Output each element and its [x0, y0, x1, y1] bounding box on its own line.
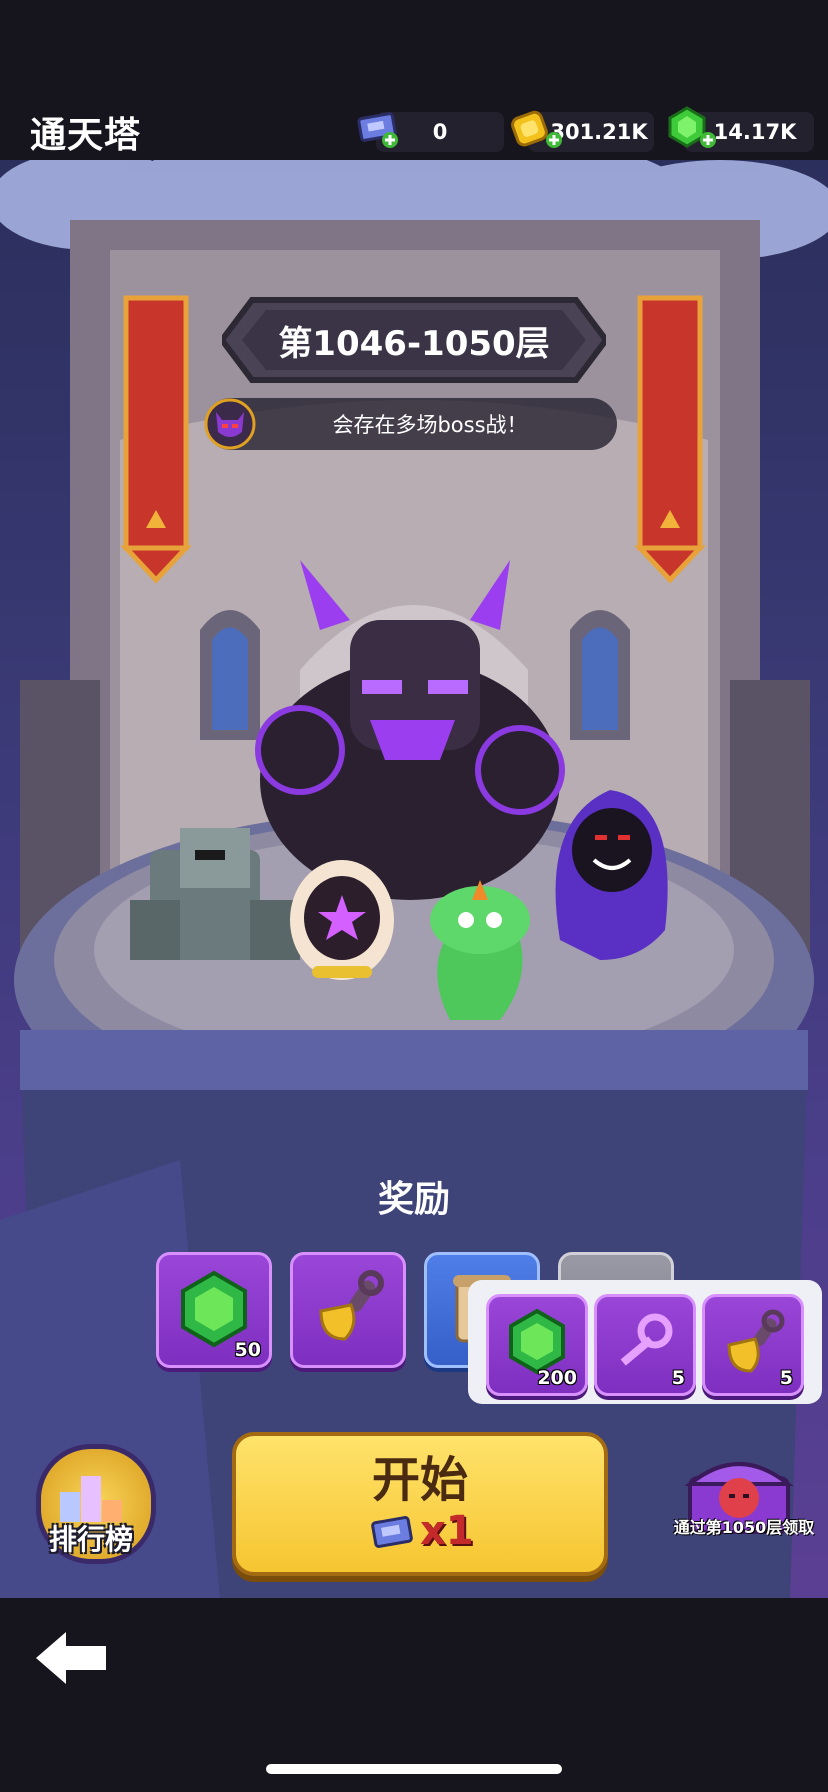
popup-item-shovel[interactable]: 5 [702, 1294, 804, 1396]
popup-count: 5 [779, 1367, 793, 1389]
ticket-count: 0 [432, 120, 448, 144]
reward-item-shovel[interactable] [290, 1252, 406, 1368]
chest-claim-label: 通过第1050层领取 [673, 1518, 815, 1537]
start-button-label: 开始 [371, 1452, 468, 1508]
popup-count: 5 [671, 1367, 685, 1389]
rewards-title: 奖励 [377, 1179, 450, 1220]
floor-range-label: 第1046-1050层 [278, 323, 550, 364]
back-arrow-icon[interactable] [32, 1628, 112, 1688]
shovel-icon [319, 1270, 384, 1341]
podium-icon [60, 1476, 122, 1522]
chest-reward-popup: 200 5 5 [468, 1280, 822, 1404]
page-title: 通天塔 [30, 115, 142, 156]
home-indicator[interactable] [266, 1764, 562, 1774]
add-gem-plus-icon[interactable] [700, 132, 716, 148]
start-cost-label: x1 [420, 1508, 474, 1554]
add-gold-plus-icon[interactable] [546, 132, 562, 148]
reward-item-gem[interactable]: 50 [156, 1252, 272, 1368]
gem-count: 14.17K [713, 120, 797, 144]
add-ticket-plus-icon[interactable] [382, 132, 398, 148]
star-mage-figure [290, 860, 394, 980]
popup-item-gem[interactable]: 200 [486, 1294, 588, 1396]
leaderboard-label: 排行榜 [48, 1523, 133, 1556]
ticket-cost-icon [371, 1516, 413, 1548]
reward-count: 50 [234, 1339, 261, 1361]
boss-notice-text: 会存在多场boss战！ [332, 413, 528, 437]
popup-item-key[interactable]: 5 [594, 1294, 696, 1396]
boss-demon-icon [204, 398, 256, 450]
gold-count: 301.21K [550, 120, 648, 144]
popup-count: 200 [537, 1367, 577, 1389]
bottom-bar [0, 1598, 828, 1792]
